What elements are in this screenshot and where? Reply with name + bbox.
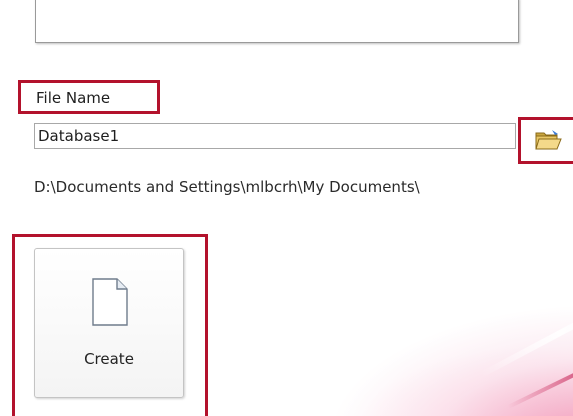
save-location-path: D:\Documents and Settings\mlbcrh\My Docu…	[34, 178, 420, 196]
highlight-browse-button	[518, 117, 573, 164]
template-preview-box	[35, 0, 519, 43]
file-name-input[interactable]	[34, 123, 516, 149]
highlight-create-button	[12, 234, 208, 416]
highlight-file-name-label	[18, 80, 160, 114]
